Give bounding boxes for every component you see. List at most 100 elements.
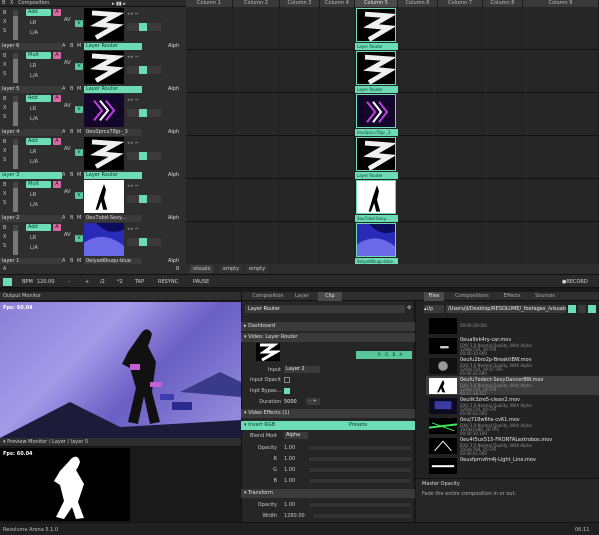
clip-position-bar[interactable] <box>127 23 161 31</box>
empty-clip-slot[interactable] <box>280 7 320 50</box>
crossfader-b[interactable]: B <box>70 86 73 92</box>
settings-gear-icon[interactable]: ⚙ <box>407 305 411 311</box>
file-list-item[interactable]: 0euj718w6hs-cv61.mov DXV 3.0 Normal Qual… <box>426 416 599 436</box>
file-list-item[interactable]: 00:00:18.000 <box>426 316 599 336</box>
empty-clip-slot[interactable] <box>523 179 599 222</box>
sort-az-icon[interactable] <box>568 305 576 313</box>
layer-v-button[interactable]: V <box>75 235 83 242</box>
la-toggle[interactable]: L/A <box>30 73 38 79</box>
composition-label[interactable]: Composition <box>18 0 49 6</box>
crossfader-b[interactable]: B <box>70 129 73 135</box>
empty-clip-slot[interactable] <box>320 222 355 265</box>
up-button[interactable]: ▴Up <box>424 305 444 313</box>
source-thumbnail[interactable] <box>256 343 282 362</box>
layer-opacity-slider[interactable] <box>13 182 18 212</box>
column-header-8[interactable]: Column 8 <box>483 0 523 7</box>
bpm-minus[interactable]: - <box>68 278 70 286</box>
clip-transport-controls[interactable]: ◂ ▸ ⇤ <box>125 181 163 213</box>
bpm-value[interactable]: 120.00 <box>37 278 55 286</box>
column5-clip-slot[interactable]: 0elyad6kuqu-blue <box>355 222 398 265</box>
layer-x-button[interactable]: X <box>3 148 6 154</box>
layer-m-button[interactable]: M <box>77 43 81 49</box>
layer-v-button[interactable]: V <box>75 149 83 156</box>
path-field[interactable]: /Users/jl/Desktop/RESOLUME/_footages_/vi… <box>446 305 566 313</box>
layer-s-button[interactable]: S <box>3 157 6 163</box>
empty-clip-slot[interactable] <box>523 7 599 50</box>
column-header-2[interactable]: Column 2 <box>233 0 280 7</box>
column5-clip-slot[interactable]: 0eu0prcx78jp-_3 <box>355 93 398 136</box>
layer-m-button[interactable]: M <box>77 86 81 92</box>
b-channel[interactable]: B <box>392 352 395 357</box>
output-monitor-view[interactable]: Fps: 60.04 <box>0 302 241 438</box>
deck-tab-empty-2[interactable]: empty <box>246 265 269 273</box>
layer-v-button[interactable]: V <box>75 106 83 113</box>
duration-value[interactable]: 5000 <box>284 399 297 405</box>
layer-x-button[interactable]: X <box>3 19 6 25</box>
empty-clip-slot[interactable] <box>320 7 355 50</box>
layer-v-button[interactable]: V <box>75 192 83 199</box>
empty-clip-slot[interactable] <box>398 7 438 50</box>
crossfader-a[interactable]: A <box>62 215 65 221</box>
layer-s-button[interactable]: S <box>3 114 6 120</box>
empty-clip-slot[interactable] <box>186 50 233 93</box>
deck-tab-empty-1[interactable]: empty <box>220 265 243 273</box>
empty-clip-slot[interactable] <box>186 7 233 50</box>
clip-position-bar[interactable] <box>127 152 161 160</box>
empty-clip-slot[interactable] <box>280 50 320 93</box>
layer-s-button[interactable]: S <box>3 28 6 34</box>
av-button[interactable]: AV <box>64 103 71 109</box>
column-header-7[interactable]: Column 7 <box>438 0 483 7</box>
pause-button[interactable]: PAUSE <box>193 278 209 286</box>
video-effects-section[interactable]: ▾ Video Effects (1) <box>241 409 415 418</box>
av-button[interactable]: AV <box>64 60 71 66</box>
tab-files[interactable]: Files <box>424 292 444 301</box>
tab-sources[interactable]: Sources <box>532 292 558 301</box>
layer-b-button[interactable]: B <box>3 182 6 188</box>
lr-toggle[interactable]: LR <box>30 192 36 198</box>
file-list-item[interactable]: 0eufu7odect-SexyDancerBW.mov DXV 3.0 Nor… <box>426 376 599 396</box>
layer-name[interactable]: layer 2 <box>0 215 62 222</box>
empty-clip-slot[interactable] <box>523 50 599 93</box>
empty-clip-slot[interactable] <box>438 136 483 179</box>
layer-v-button[interactable]: V <box>75 20 83 27</box>
layer-b-button[interactable]: B <box>3 225 6 231</box>
empty-clip-slot[interactable] <box>233 222 280 265</box>
layer-a-pink-button[interactable]: A <box>53 95 61 102</box>
lr-toggle[interactable]: LR <box>30 149 36 155</box>
lr-toggle[interactable]: LR <box>30 235 36 241</box>
layer-preview-thumb[interactable] <box>84 51 125 86</box>
layer-m-button[interactable]: M <box>77 215 81 221</box>
blend-mode-dropdown[interactable]: Add <box>26 138 51 145</box>
layer-x-button[interactable]: X <box>3 105 6 111</box>
layer-x-button[interactable]: X <box>3 62 6 68</box>
layer-a-pink-button[interactable]: A <box>53 52 61 59</box>
dashboard-section[interactable]: ▸ Dashboard <box>241 322 415 331</box>
layer-preview-thumb[interactable] <box>84 94 125 129</box>
clip-position-bar[interactable] <box>127 109 161 117</box>
layer-s-button[interactable]: S <box>3 71 6 77</box>
bpm-plus[interactable]: + <box>85 278 89 286</box>
preview-monitor-view[interactable]: Fps: 60.04 <box>0 448 130 521</box>
lr-toggle[interactable]: LR <box>30 63 36 69</box>
deck-tab-visuals[interactable]: visuals <box>190 265 214 273</box>
empty-clip-slot[interactable] <box>438 7 483 50</box>
empty-clip-slot[interactable] <box>233 7 280 50</box>
crossfader-a[interactable]: A <box>62 172 65 178</box>
duration-stepper[interactable]: - + <box>306 398 320 405</box>
empty-clip-slot[interactable] <box>320 179 355 222</box>
tab-clip[interactable]: Clip <box>318 292 342 301</box>
empty-clip-slot[interactable] <box>280 222 320 265</box>
a-channel[interactable]: A <box>399 352 402 357</box>
empty-clip-slot[interactable] <box>483 93 523 136</box>
column-header-9[interactable]: Column 9 <box>523 0 599 7</box>
clip-position-bar[interactable] <box>127 66 161 74</box>
empty-clip-slot[interactable] <box>186 93 233 136</box>
clip-transport-controls[interactable]: ◂ ▸ ⇤ <box>125 224 163 256</box>
file-list-item[interactable]: 0eu4t5ux515-FRONTALextrobos.mov DXV 3.0 … <box>426 436 599 456</box>
empty-clip-slot[interactable] <box>438 179 483 222</box>
la-toggle[interactable]: L/A <box>30 30 38 36</box>
blend-mode-dropdown[interactable]: Add <box>26 95 51 102</box>
empty-clip-slot[interactable] <box>438 50 483 93</box>
file-list-item[interactable]: 0eua9xk4ry-car.mov DXV 3.0 Normal Qualit… <box>426 336 599 356</box>
crossfader-b[interactable]: B <box>70 215 73 221</box>
